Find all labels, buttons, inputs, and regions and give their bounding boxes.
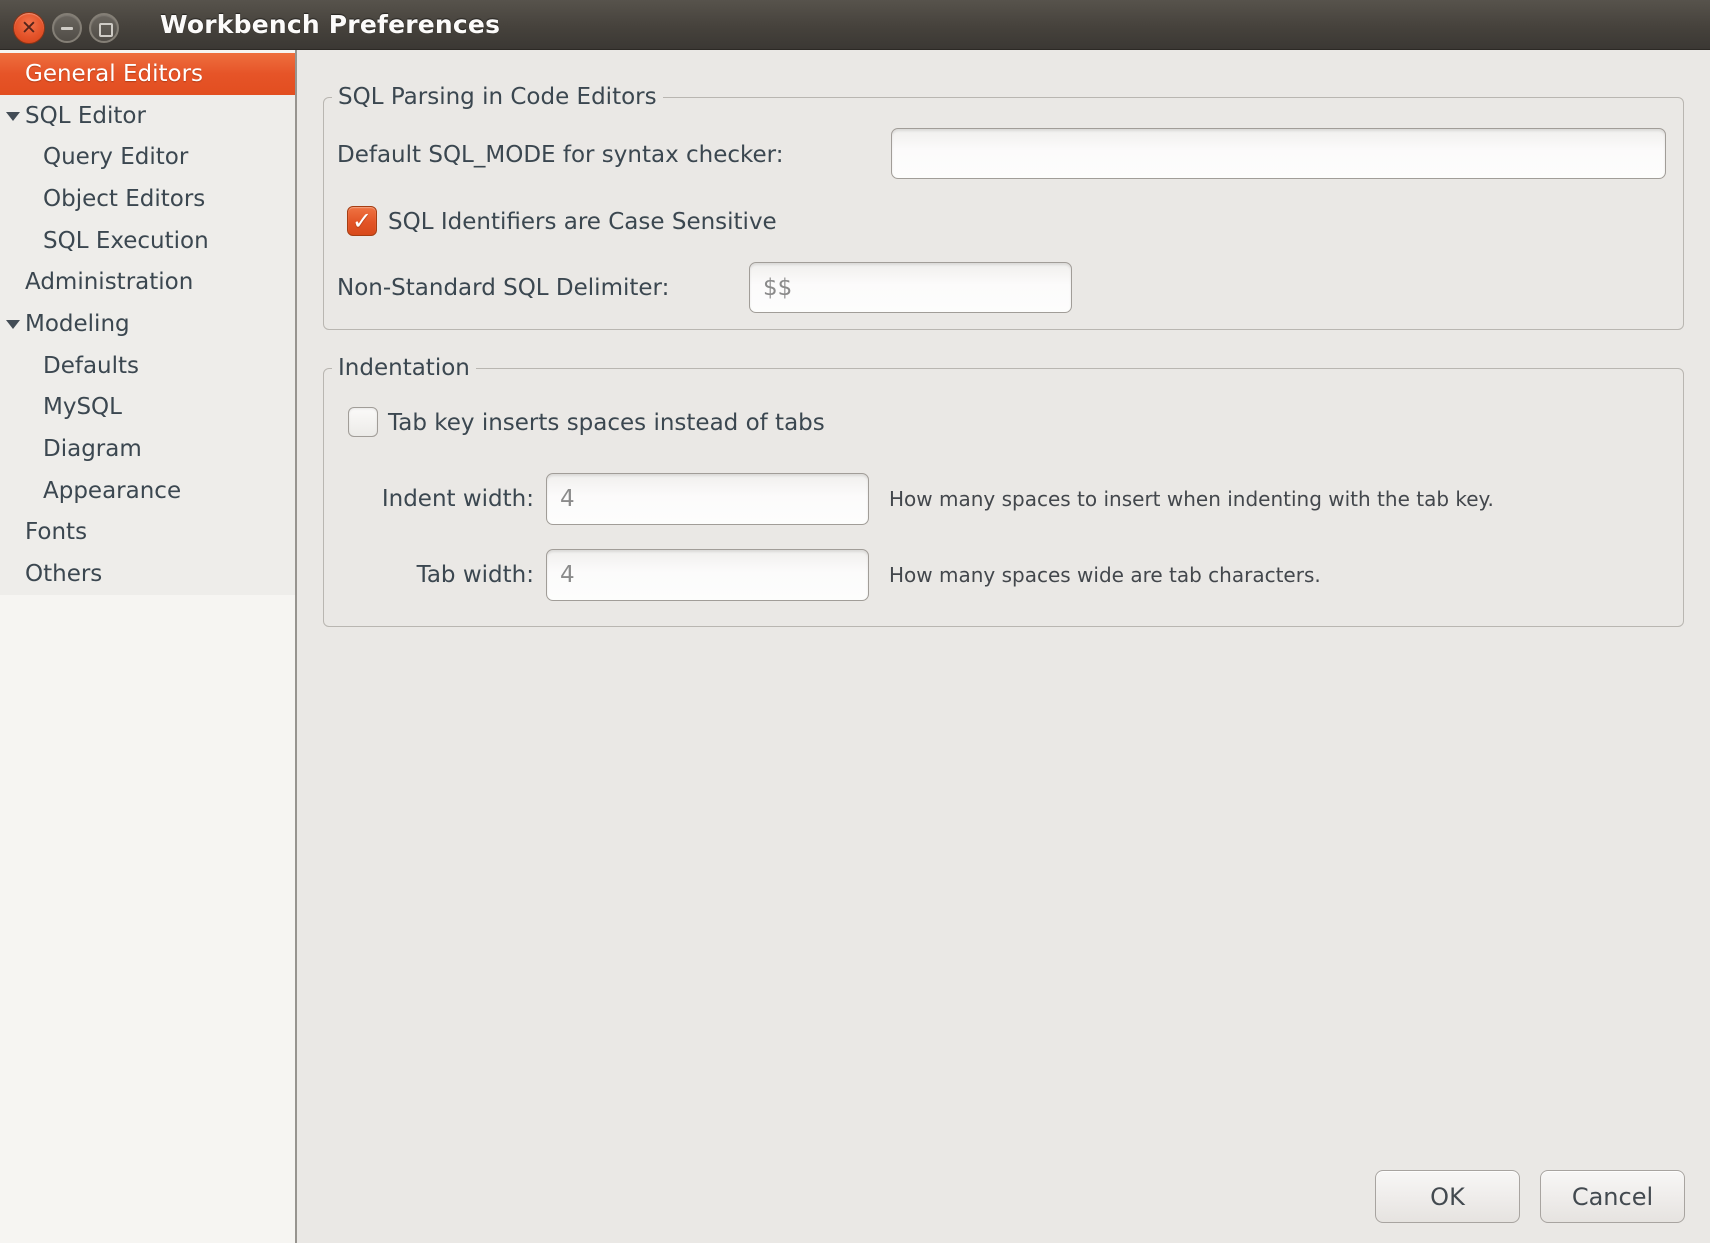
sidebar-item-others[interactable]: Others: [0, 553, 295, 595]
sidebar-item-query-editor[interactable]: Query Editor: [0, 136, 295, 178]
sidebar-item-appearance[interactable]: Appearance: [0, 470, 295, 512]
minimize-button[interactable]: [52, 13, 82, 43]
case-sensitive-checkbox[interactable]: [347, 206, 377, 236]
sidebar-item-modeling[interactable]: Modeling: [0, 303, 295, 345]
group-title: Indentation: [332, 354, 476, 382]
group-title: SQL Parsing in Code Editors: [332, 83, 663, 111]
indent-width-label: Indent width:: [337, 485, 534, 513]
sidebar-item-fonts[interactable]: Fonts: [0, 512, 295, 554]
tab-width-description: How many spaces wide are tab characters.: [889, 563, 1321, 587]
delimiter-label: Non-Standard SQL Delimiter:: [337, 274, 669, 302]
cancel-button[interactable]: Cancel: [1540, 1170, 1685, 1223]
sql-mode-input[interactable]: [891, 128, 1666, 179]
sidebar-item-diagram[interactable]: Diagram: [0, 428, 295, 470]
preferences-dialog: ✕ Workbench Preferences General Editors …: [0, 0, 1710, 1243]
expander-triangle-icon[interactable]: [6, 320, 20, 329]
close-button[interactable]: ✕: [13, 12, 45, 44]
minimize-icon: [61, 27, 73, 30]
group-indentation: Indentation Tab key inserts spaces inste…: [323, 368, 1684, 627]
group-sql-parsing: SQL Parsing in Code Editors Default SQL_…: [323, 97, 1684, 330]
ok-button-label: OK: [1430, 1183, 1465, 1211]
tab-width-input[interactable]: [546, 549, 869, 601]
sidebar-item-general-editors[interactable]: General Editors: [0, 53, 295, 95]
ok-button[interactable]: OK: [1375, 1170, 1520, 1223]
tab-spaces-label: Tab key inserts spaces instead of tabs: [388, 409, 825, 437]
indent-width-input[interactable]: [546, 473, 869, 525]
indent-width-description: How many spaces to insert when indenting…: [889, 487, 1494, 511]
delimiter-input[interactable]: [749, 262, 1072, 313]
title-bar: ✕ Workbench Preferences: [0, 0, 1710, 50]
sidebar-item-sql-editor[interactable]: SQL Editor: [0, 95, 295, 137]
preferences-sidebar: General Editors SQL Editor Query Editor …: [0, 50, 297, 1243]
window-title: Workbench Preferences: [160, 0, 500, 50]
sidebar-item-administration[interactable]: Administration: [0, 261, 295, 303]
maximize-button[interactable]: [89, 13, 119, 43]
sidebar-item-object-editors[interactable]: Object Editors: [0, 178, 295, 220]
tab-width-label: Tab width:: [337, 561, 534, 589]
tab-spaces-checkbox[interactable]: [348, 407, 378, 437]
case-sensitive-label: SQL Identifiers are Case Sensitive: [388, 208, 777, 236]
maximize-icon: [99, 23, 113, 37]
sidebar-item-mysql[interactable]: MySQL: [0, 387, 295, 429]
close-icon: ✕: [14, 13, 44, 43]
sidebar-item-sql-execution[interactable]: SQL Execution: [0, 220, 295, 262]
sql-mode-label: Default SQL_MODE for syntax checker:: [337, 141, 783, 169]
sidebar-list: General Editors SQL Editor Query Editor …: [0, 53, 295, 595]
expander-triangle-icon[interactable]: [6, 112, 20, 121]
cancel-button-label: Cancel: [1572, 1183, 1653, 1211]
sidebar-item-defaults[interactable]: Defaults: [0, 345, 295, 387]
preferences-panel: SQL Parsing in Code Editors Default SQL_…: [297, 50, 1710, 1243]
